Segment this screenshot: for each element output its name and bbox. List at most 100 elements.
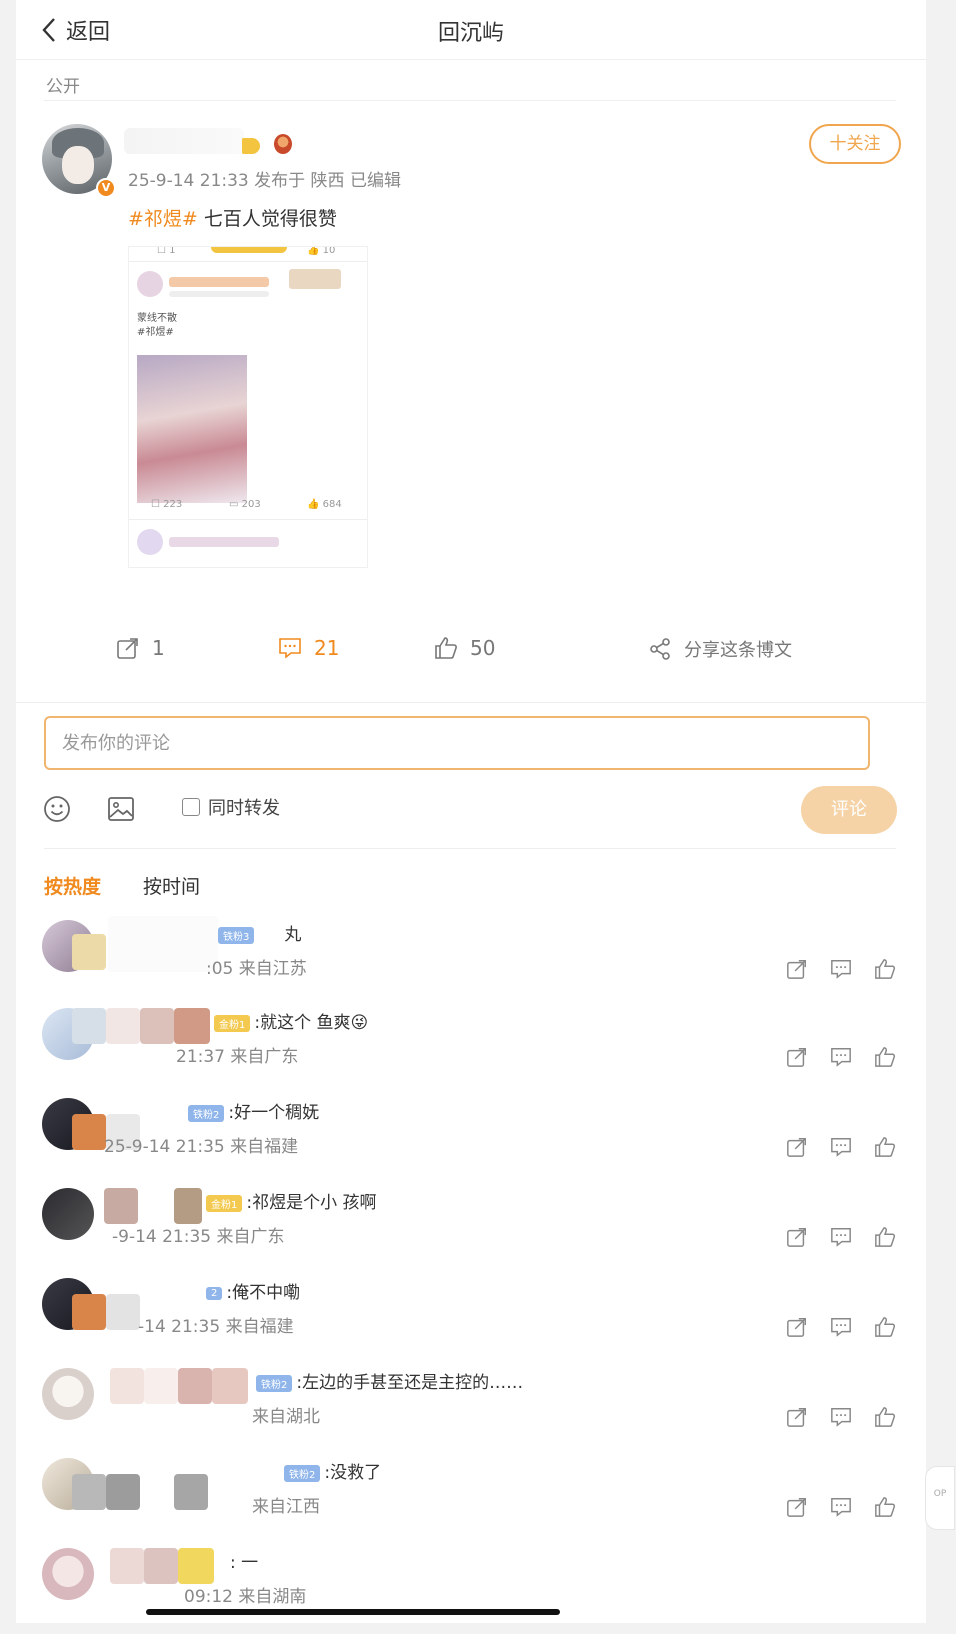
divider bbox=[44, 848, 896, 849]
comment-icon[interactable] bbox=[830, 958, 852, 980]
comment-meta: 25-9-14 21:35 来自福建 bbox=[104, 1137, 299, 1157]
comment-icon[interactable] bbox=[830, 1226, 852, 1248]
comment-sort-tabs: 按热度 按时间 bbox=[44, 872, 200, 899]
emoji-icon[interactable] bbox=[42, 794, 72, 824]
commenter-avatar[interactable] bbox=[42, 1368, 94, 1420]
comment-icon[interactable] bbox=[830, 1406, 852, 1428]
repost-icon[interactable] bbox=[786, 1046, 808, 1068]
post-actions-bar: 1 21 50 分享这条博文 bbox=[16, 636, 926, 684]
comment-body: 丸 bbox=[284, 925, 302, 945]
back-to-top-button[interactable]: OP bbox=[925, 1466, 955, 1530]
comment-text: 2:俺不中嘞 bbox=[206, 1278, 300, 1303]
comment-body: :左边的手甚至还是主控的…… bbox=[296, 1373, 524, 1393]
redacted-block bbox=[72, 934, 106, 970]
home-indicator bbox=[146, 1609, 560, 1615]
comment-meta: 09:12 来自湖南 bbox=[184, 1587, 307, 1607]
commenter-avatar[interactable] bbox=[42, 1188, 94, 1240]
redacted-block bbox=[144, 1368, 178, 1404]
embedded-top-repost: ☐ 1 bbox=[157, 246, 176, 256]
redacted-block bbox=[178, 1548, 214, 1584]
embedded-badge-redacted bbox=[289, 269, 341, 289]
repost-button[interactable]: 1 bbox=[116, 636, 165, 660]
comment-body: : 一 bbox=[230, 1553, 259, 1573]
comment-text: 铁粉2:左边的手甚至还是主控的…… bbox=[256, 1368, 523, 1393]
redacted-block bbox=[72, 1008, 106, 1044]
repost-icon[interactable] bbox=[786, 1406, 808, 1428]
comment-item: 铁粉2:没救了 来自江西 bbox=[16, 1454, 926, 1544]
thumbs-up-icon[interactable] bbox=[874, 1226, 896, 1248]
submit-comment-button[interactable]: 评论 bbox=[801, 786, 897, 834]
comment-meta: -9-14 21:35 来自广东 bbox=[112, 1227, 285, 1247]
post-image[interactable]: ☐ 1 👍 10 蒙线不散 #祁煜# ☐ 223 ▭ 203 👍 684 bbox=[128, 246, 368, 568]
divider bbox=[16, 702, 926, 703]
comment-body: :好一个稠妩 bbox=[228, 1103, 320, 1123]
comment-input[interactable] bbox=[46, 718, 868, 768]
image-icon[interactable] bbox=[106, 794, 136, 824]
comment-icon[interactable] bbox=[830, 1046, 852, 1068]
like-count: 50 bbox=[470, 636, 496, 660]
thumbs-up-icon[interactable] bbox=[874, 1496, 896, 1518]
repost-icon[interactable] bbox=[786, 958, 808, 980]
top-nav-bar: 返回 回沉屿 bbox=[16, 0, 926, 60]
hashtag-link[interactable]: #祁煜# bbox=[128, 208, 198, 230]
author-name-redacted[interactable] bbox=[124, 128, 244, 154]
comment-text: 铁粉3 丸 bbox=[218, 920, 301, 945]
checkbox-box[interactable] bbox=[182, 798, 200, 816]
repost-checkbox-label: 同时转发 bbox=[208, 798, 280, 819]
comment-icon[interactable] bbox=[830, 1316, 852, 1338]
repost-icon[interactable] bbox=[786, 1136, 808, 1158]
follow-button[interactable]: 十关注 bbox=[809, 124, 901, 164]
embedded-avatar bbox=[137, 271, 163, 297]
redacted-block bbox=[106, 1474, 140, 1510]
like-button[interactable]: 50 bbox=[434, 636, 495, 660]
comment-text: 金粉1:就这个 鱼爽😜 bbox=[214, 1008, 368, 1033]
divider bbox=[44, 100, 896, 101]
comment-item: 金粉1:就这个 鱼爽😜 21:37 来自广东 bbox=[16, 1004, 926, 1094]
comment-actions bbox=[786, 1136, 896, 1158]
thumbs-up-icon[interactable] bbox=[874, 1136, 896, 1158]
comment-icon[interactable] bbox=[830, 1136, 852, 1158]
redacted-block bbox=[174, 1188, 202, 1224]
redacted-block bbox=[72, 1294, 106, 1330]
verified-badge: V bbox=[96, 178, 116, 198]
composer-toolbar: 同时转发 评论 bbox=[16, 786, 926, 836]
repost-icon[interactable] bbox=[786, 1316, 808, 1338]
comment-actions bbox=[786, 1496, 896, 1518]
comment-item: 铁粉2:左边的手甚至还是主控的…… 来自湖北 bbox=[16, 1364, 926, 1454]
embedded-divider bbox=[129, 261, 367, 262]
comment-icon bbox=[279, 638, 301, 659]
embedded-illustration bbox=[137, 355, 247, 503]
comment-button[interactable]: 21 bbox=[278, 636, 339, 660]
fan-badge: 金粉1 bbox=[206, 1194, 243, 1212]
page-title: 回沉屿 bbox=[437, 21, 504, 46]
redacted-block bbox=[174, 1474, 208, 1510]
embedded-name-redacted-2 bbox=[169, 537, 279, 547]
thumbs-up-icon[interactable] bbox=[874, 1406, 896, 1428]
commenter-avatar[interactable] bbox=[42, 1548, 94, 1600]
post-meta: 25-9-14 21:33 发布于 陕西 已编辑 bbox=[128, 171, 401, 191]
redacted-block bbox=[108, 916, 218, 972]
thumbs-up-icon[interactable] bbox=[874, 1046, 896, 1068]
comment-box bbox=[44, 716, 870, 770]
comment-item: 金粉1:祁煜是个小 孩啊 -9-14 21:35 来自广东 bbox=[16, 1184, 926, 1274]
tab-sort-time[interactable]: 按时间 bbox=[143, 872, 200, 899]
redacted-block bbox=[174, 1008, 210, 1044]
comment-text: 铁粉2:没救了 bbox=[284, 1458, 381, 1483]
comment-text: 金粉1:祁煜是个小 孩啊 bbox=[206, 1188, 377, 1213]
repost-icon[interactable] bbox=[786, 1496, 808, 1518]
comment-text: 铁粉2:好一个稠妩 bbox=[188, 1098, 319, 1123]
fan-badge: 铁粉3 bbox=[218, 926, 255, 944]
embedded-pill bbox=[211, 247, 287, 253]
thumbs-up-icon[interactable] bbox=[874, 1316, 896, 1338]
share-button[interactable]: 分享这条博文 bbox=[648, 636, 792, 662]
member-badge-icon bbox=[242, 138, 260, 154]
comment-item: 铁粉3 丸 :05 来自江苏 bbox=[16, 916, 926, 1006]
thumbs-up-icon[interactable] bbox=[874, 958, 896, 980]
tab-sort-hot[interactable]: 按热度 bbox=[44, 872, 101, 899]
share-icon bbox=[650, 638, 670, 660]
repost-icon[interactable] bbox=[786, 1226, 808, 1248]
repost-checkbox[interactable]: 同时转发 bbox=[182, 794, 280, 820]
embedded-likes: 👍 684 bbox=[307, 499, 342, 510]
comment-icon[interactable] bbox=[830, 1496, 852, 1518]
redacted-block bbox=[72, 1114, 106, 1150]
